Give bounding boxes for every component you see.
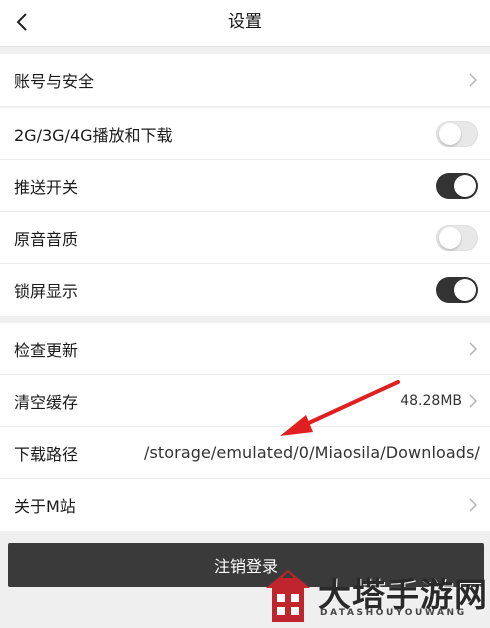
settings-group-toggles: 2G/3G/4G播放和下载 推送开关 原音音质 锁屏显示 (0, 108, 490, 316)
row-label: 清空缓存 (14, 392, 79, 412)
row-label: 账号与安全 (14, 72, 95, 91)
row-label: 检查更新 (14, 340, 79, 360)
row-check-update[interactable]: 检查更新 (0, 323, 490, 375)
row-label: 2G/3G/4G播放和下载 (14, 125, 173, 145)
cellular-toggle[interactable] (436, 120, 478, 147)
pagoda-logo-icon (266, 570, 310, 622)
page-title: 设置 (228, 12, 262, 32)
chevron-right-icon (469, 498, 478, 512)
toggle-knob (454, 174, 476, 197)
row-about[interactable]: 关于M站 (0, 479, 490, 531)
row-account-security[interactable]: 账号与安全 (0, 54, 490, 106)
row-cellular-play-download: 2G/3G/4G播放和下载 (0, 108, 490, 160)
chevron-right-icon (469, 393, 478, 408)
audio-quality-toggle[interactable] (436, 224, 478, 251)
row-download-path[interactable]: 下载路径 /storage/emulated/0/Miaosila/Downlo… (0, 427, 490, 479)
toggle-knob (454, 279, 476, 301)
row-clear-cache[interactable]: 清空缓存 48.28MB (0, 375, 490, 427)
watermark: 大塔手游网 DATASHOUYOUWANG (262, 568, 488, 626)
row-label: 推送开关 (14, 177, 79, 197)
toggle-knob (439, 122, 461, 145)
row-original-audio-quality: 原音音质 (0, 212, 490, 264)
push-toggle[interactable] (436, 172, 478, 199)
settings-group-misc: 检查更新 清空缓存 48.28MB 下载路径 /storage/emulated… (0, 323, 490, 531)
settings-group-account: 账号与安全 (0, 54, 490, 106)
lockscreen-toggle[interactable] (436, 277, 478, 303)
row-lockscreen-display: 锁屏显示 (0, 264, 490, 316)
chevron-right-icon (469, 341, 478, 356)
toggle-knob (439, 226, 461, 249)
row-label: 下载路径 (14, 444, 79, 464)
cache-size: 48.28MB (400, 392, 462, 409)
row-push-notifications: 推送开关 (0, 160, 490, 212)
chevron-right-icon (469, 73, 478, 87)
row-label: 原音音质 (14, 229, 79, 249)
row-label: 关于M站 (14, 497, 76, 516)
row-label: 锁屏显示 (14, 282, 79, 301)
top-bar: 设置 (0, 0, 490, 47)
download-path-value: /storage/emulated/0/Miaosila/Downloads/ (143, 443, 480, 462)
watermark-subtext: DATASHOUYOUWANG (320, 608, 467, 618)
